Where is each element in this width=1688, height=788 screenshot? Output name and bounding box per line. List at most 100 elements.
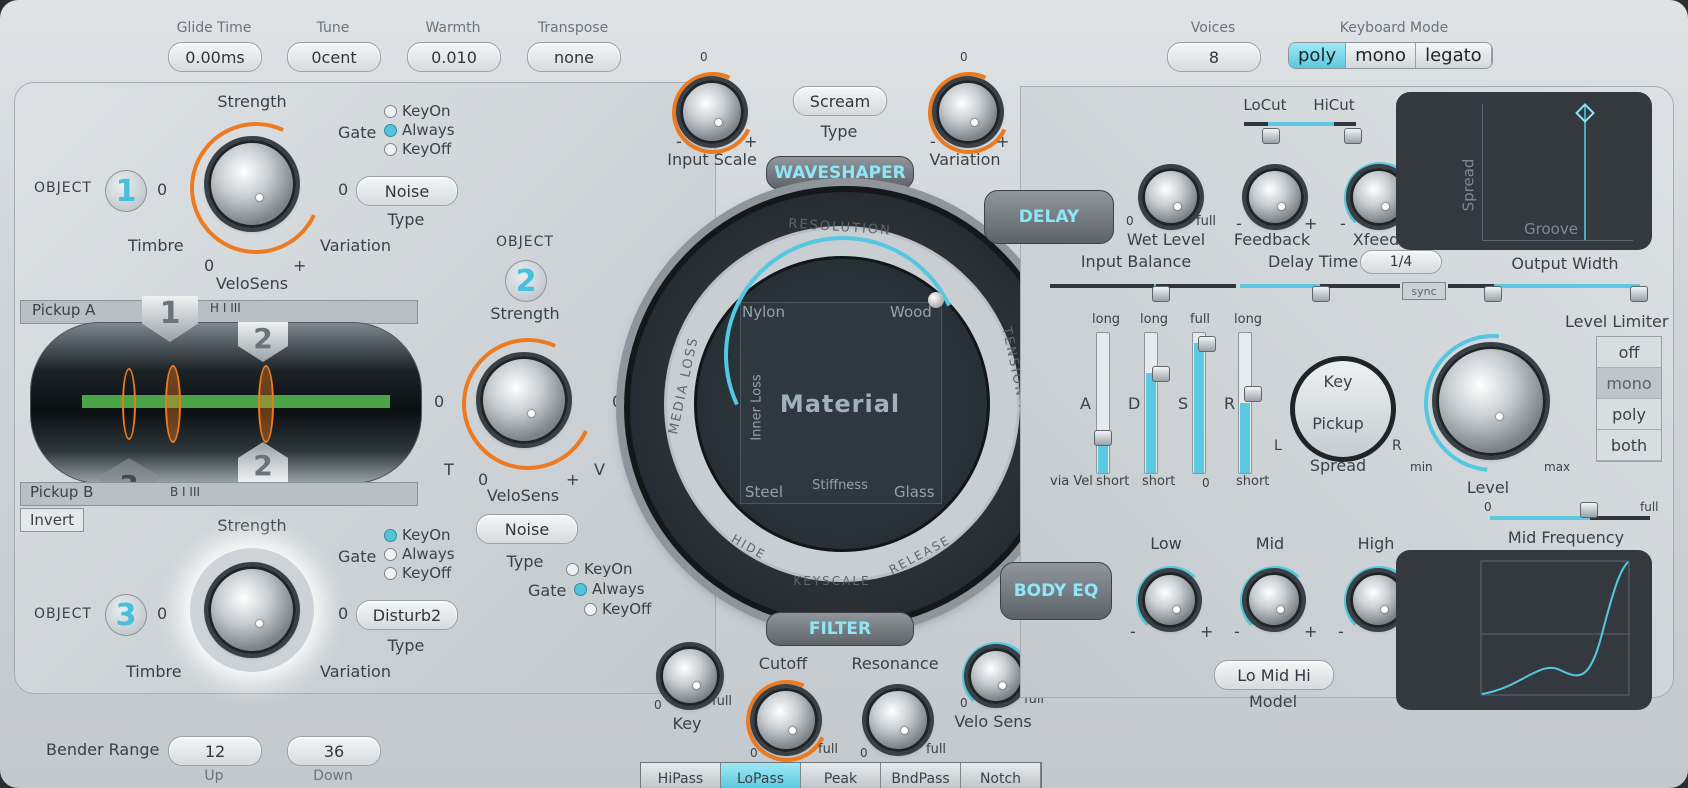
voices-field[interactable]: 8 bbox=[1167, 42, 1261, 72]
pickup-position-2 bbox=[165, 365, 181, 443]
tune-field[interactable]: 0cent bbox=[287, 42, 381, 72]
object1-gate-always[interactable]: Always bbox=[384, 121, 455, 139]
limiter-poly[interactable]: poly bbox=[1597, 399, 1661, 430]
object2-strength-knob[interactable] bbox=[480, 356, 568, 444]
object1-strength-knob[interactable] bbox=[208, 140, 296, 228]
filter-type-notch[interactable]: Notch bbox=[961, 763, 1041, 788]
warmth-field[interactable]: 0.010 bbox=[407, 42, 501, 72]
output-width-thumb-l[interactable] bbox=[1484, 286, 1502, 302]
eq-mid-minus: - bbox=[1234, 622, 1240, 641]
waveshaper-type-field[interactable]: Scream bbox=[793, 86, 887, 116]
object2-zero-left: 0 bbox=[434, 392, 445, 411]
filter-key-knob[interactable] bbox=[660, 646, 720, 706]
mid-frequency-thumb[interactable] bbox=[1580, 502, 1598, 518]
bender-down-field[interactable]: 36 bbox=[287, 736, 381, 766]
ws-variation-knob[interactable] bbox=[936, 80, 1000, 144]
object3-type-field[interactable]: Disturb2 bbox=[356, 600, 458, 630]
eq-model-field[interactable]: Lo Mid Hi bbox=[1214, 660, 1334, 690]
env-r-slider[interactable] bbox=[1238, 332, 1252, 474]
env-s-thumb[interactable] bbox=[1198, 336, 1216, 352]
input-balance-thumb[interactable] bbox=[1152, 286, 1170, 302]
cutoff-knob[interactable] bbox=[754, 688, 818, 752]
material-glass: Glass bbox=[894, 483, 935, 501]
material-title: Material bbox=[779, 390, 901, 418]
filter-type-peak[interactable]: Peak bbox=[801, 763, 881, 788]
velo-sens-knob[interactable] bbox=[968, 648, 1024, 704]
wet-level-knob[interactable] bbox=[1142, 168, 1200, 226]
voices-label: Voices bbox=[1190, 20, 1236, 36]
limiter-mono[interactable]: mono bbox=[1597, 368, 1661, 399]
hicut-thumb[interactable] bbox=[1344, 128, 1362, 144]
object3-type-label: Type bbox=[387, 636, 425, 655]
object1-gate-keyon[interactable]: KeyOn bbox=[384, 102, 451, 120]
delay-time-thumb[interactable] bbox=[1312, 286, 1330, 302]
eq-mid-knob[interactable] bbox=[1246, 572, 1302, 628]
env-r-label: R bbox=[1224, 394, 1236, 413]
env-d-long: long bbox=[1140, 312, 1169, 327]
filter-type-hipass[interactable]: HiPass bbox=[641, 763, 721, 788]
mid-frequency-slider[interactable] bbox=[1490, 516, 1650, 520]
object1-gate-keyoff[interactable]: KeyOff bbox=[384, 140, 451, 158]
object2-zero-right: 0 bbox=[612, 392, 623, 411]
filter-type-lopass[interactable]: LoPass bbox=[721, 763, 801, 788]
bender-up-field[interactable]: 12 bbox=[168, 736, 262, 766]
object1-velosens-label: VeloSens bbox=[215, 274, 289, 293]
delay-time-field[interactable]: 1/4 bbox=[1360, 250, 1442, 274]
output-width-thumb-r[interactable] bbox=[1630, 286, 1648, 302]
object3-gate-always[interactable]: Always bbox=[384, 545, 455, 563]
object1-zero-left: 0 bbox=[157, 180, 168, 199]
object2-gate-always[interactable]: Always bbox=[574, 580, 645, 598]
keyboard-mode-legato[interactable]: legato bbox=[1416, 43, 1492, 68]
filter-key-zero: 0 bbox=[654, 698, 662, 712]
resonance-knob[interactable] bbox=[866, 688, 930, 752]
object2-gate-keyoff[interactable]: KeyOff bbox=[584, 600, 651, 618]
waveshaper-button[interactable]: WAVESHAPER bbox=[766, 156, 914, 190]
feedback-knob[interactable] bbox=[1246, 168, 1304, 226]
object1-type-field[interactable]: Noise bbox=[356, 176, 458, 206]
object1-type-label: Type bbox=[387, 210, 425, 229]
filter-type-bndpass[interactable]: BndPass bbox=[881, 763, 961, 788]
object1-variation-label: Variation bbox=[320, 236, 391, 255]
body-eq-button[interactable]: BODY EQ bbox=[1000, 562, 1112, 620]
object2-gate-keyon[interactable]: KeyOn bbox=[566, 560, 633, 578]
glide-time-label: Glide Time bbox=[176, 20, 252, 36]
material-position-dot[interactable] bbox=[928, 292, 944, 308]
input-scale-knob[interactable] bbox=[680, 80, 744, 144]
sync-button[interactable]: sync bbox=[1402, 282, 1446, 300]
eq-curve-frame bbox=[1480, 560, 1630, 696]
env-d-slider[interactable] bbox=[1144, 332, 1158, 474]
level-knob[interactable] bbox=[1436, 346, 1546, 456]
object1-velosens-zero: 0 bbox=[204, 256, 215, 275]
env-d-thumb[interactable] bbox=[1152, 366, 1170, 382]
filter-button[interactable]: FILTER bbox=[766, 612, 914, 646]
keyboard-mode-mono[interactable]: mono bbox=[1346, 43, 1417, 68]
env-r-thumb[interactable] bbox=[1244, 386, 1262, 402]
keyboard-mode-poly[interactable]: poly bbox=[1289, 43, 1347, 68]
eq-mid-label: Mid bbox=[1255, 534, 1285, 553]
env-a-slider[interactable] bbox=[1096, 332, 1110, 474]
env-s-slider[interactable] bbox=[1192, 332, 1206, 474]
ws-variation-label: Variation bbox=[929, 150, 1001, 169]
resonance-zero: 0 bbox=[860, 746, 868, 760]
pickup-a-scale: H I III bbox=[210, 301, 241, 315]
object1-timbre-label: Timbre bbox=[128, 236, 184, 255]
env-a-thumb[interactable] bbox=[1094, 430, 1112, 446]
glide-time-field[interactable]: 0.00ms bbox=[168, 42, 262, 72]
object3-gate-keyoff[interactable]: KeyOff bbox=[384, 564, 451, 582]
limiter-off[interactable]: off bbox=[1597, 337, 1661, 368]
lohicut-slider[interactable] bbox=[1244, 122, 1356, 126]
resonance-full: full bbox=[926, 742, 947, 757]
input-scale-minus: - bbox=[676, 132, 682, 151]
delay-button[interactable]: DELAY bbox=[984, 190, 1114, 244]
output-width-slider[interactable] bbox=[1448, 284, 1640, 288]
locut-thumb[interactable] bbox=[1262, 128, 1280, 144]
object3-gate-keyon[interactable]: KeyOn bbox=[384, 526, 451, 544]
transpose-field[interactable]: none bbox=[527, 42, 621, 72]
input-balance-slider[interactable] bbox=[1050, 284, 1236, 288]
limiter-both[interactable]: both bbox=[1597, 430, 1661, 461]
eq-low-knob[interactable] bbox=[1142, 572, 1198, 628]
object2-type-field[interactable]: Noise bbox=[476, 514, 578, 544]
object3-strength-knob[interactable] bbox=[208, 566, 296, 654]
invert-button[interactable]: Invert bbox=[20, 508, 84, 532]
keyscale-button[interactable]: KEYSCALE bbox=[793, 574, 870, 588]
